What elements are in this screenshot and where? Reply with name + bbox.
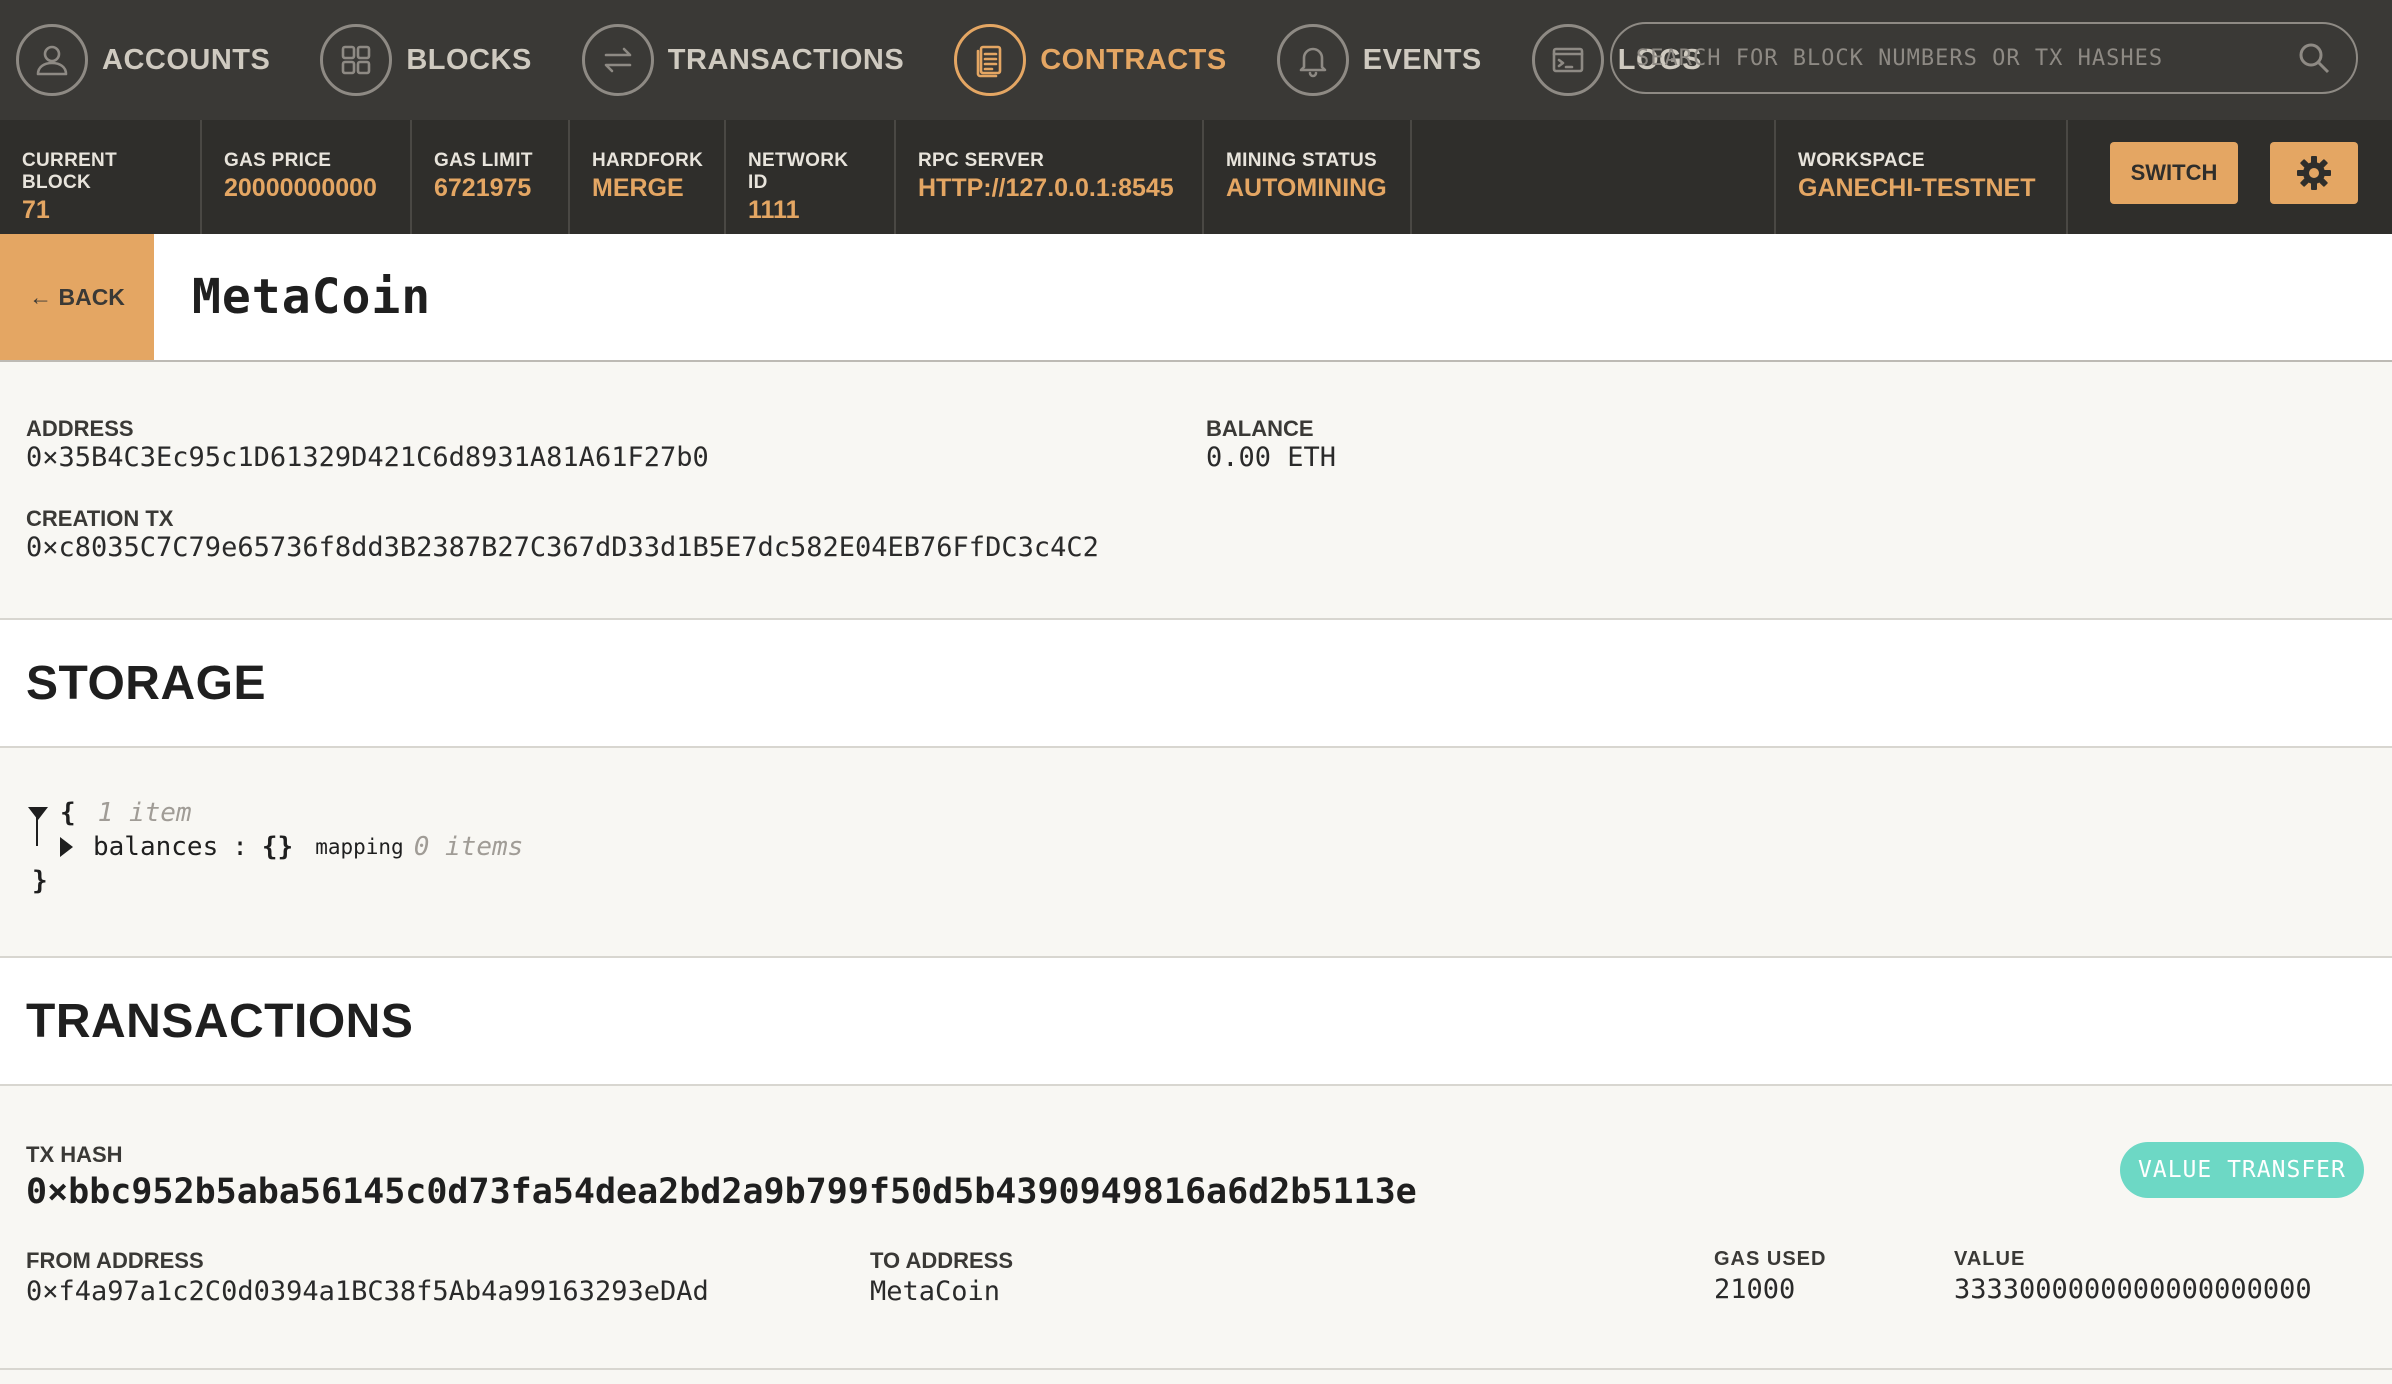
- to-address-value: MetaCoin: [870, 1276, 1001, 1307]
- close-brace: }: [32, 866, 48, 896]
- storage-header: STORAGE: [0, 620, 2392, 748]
- stat-value: AUTOMINING: [1226, 174, 1387, 202]
- item-count: 1 item: [97, 798, 192, 828]
- entry-value: {}: [261, 832, 294, 862]
- expand-triangle-icon[interactable]: [60, 837, 73, 857]
- stat-label: NETWORK ID: [748, 150, 849, 193]
- stat-mining-status: MINING STATUS AUTOMINING: [1204, 120, 1412, 234]
- gear-icon: [2297, 156, 2331, 190]
- entry-key: balances: [93, 832, 219, 862]
- value-value: 3333000000000000000000: [1954, 1274, 2312, 1305]
- stat-gas-limit: GAS LIMIT 6721975: [412, 120, 570, 234]
- from-address-value: 0×f4a97a1c2C0d0394a1BC38f5Ab4a99163293eD…: [26, 1276, 709, 1307]
- stat-label: HARDFORK: [592, 150, 704, 171]
- stat-label: GAS PRICE: [224, 150, 332, 171]
- balance-value: 0.00 ETH: [1206, 442, 1337, 473]
- transaction-row[interactable]: TX HASH 0×bbc952b5aba56145c0d73fa54dea2b…: [0, 1086, 2392, 1370]
- search-input[interactable]: [1636, 45, 2296, 71]
- terminal-icon: [1531, 24, 1604, 96]
- address-value: 0×35B4C3Ec95c1D61329D421C6d8931A81A61F27…: [26, 442, 709, 473]
- gas-used-value: 21000: [1714, 1274, 1796, 1305]
- stat-label: RPC SERVER: [918, 150, 1045, 171]
- nav-blocks[interactable]: BLOCKS: [320, 24, 531, 96]
- open-brace: {: [60, 798, 76, 828]
- to-address-label: TO ADDRESS: [870, 1248, 1014, 1273]
- title-bar: ← BACK MetaCoin: [0, 234, 2392, 362]
- search-box: [1610, 22, 2358, 94]
- search-icon[interactable]: [2296, 40, 2332, 76]
- stat-label: GAS LIMIT: [434, 150, 533, 171]
- nav-label: CONTRACTS: [1040, 43, 1227, 76]
- stat-value: 1111: [748, 196, 800, 224]
- section-title: TRANSACTIONS: [26, 994, 414, 1048]
- creation-tx-value: 0×c8035C7C79e65736f8dd3B2387B27C367dD33d…: [26, 532, 1099, 563]
- nav-transactions[interactable]: TRANSACTIONS: [581, 24, 905, 96]
- switch-button[interactable]: SWITCH: [2110, 142, 2238, 204]
- balance-label: BALANCE: [1206, 416, 1314, 441]
- back-button[interactable]: ← BACK: [0, 234, 154, 360]
- tree-root: { 1 item: [28, 798, 192, 828]
- stat-label: WORKSPACE: [1798, 150, 1925, 171]
- nav-contracts[interactable]: CONTRACTS: [954, 24, 1227, 96]
- user-icon: [16, 24, 88, 96]
- creation-tx-label: CREATION TX: [26, 506, 174, 531]
- transactions-header: TRANSACTIONS: [0, 958, 2392, 1086]
- stat-hardfork: HARDFORK MERGE: [570, 120, 726, 234]
- settings-button[interactable]: [2270, 142, 2358, 204]
- value-label: VALUE: [1954, 1248, 2026, 1270]
- tx-hash-label: TX HASH: [26, 1142, 123, 1167]
- swap-icon: [581, 24, 654, 96]
- stats-bar: CURRENT BLOCK 71 GAS PRICE 20000000000 G…: [0, 120, 2392, 234]
- nav-label: ACCOUNTS: [102, 43, 271, 76]
- storage-tree: { 1 item balances : {} mapping 0 items }: [0, 748, 2392, 958]
- stat-value: 20000000000: [224, 174, 377, 202]
- stat-current-block: CURRENT BLOCK 71: [0, 120, 202, 234]
- gas-used-label: GAS USED: [1714, 1248, 1827, 1270]
- tx-type-badge: VALUE TRANSFER: [2120, 1142, 2364, 1198]
- nav-accounts[interactable]: ACCOUNTS: [16, 24, 270, 96]
- tx-hash-value[interactable]: 0×bbc952b5aba56145c0d73fa54dea2bd2a9b799…: [26, 1172, 1417, 1212]
- tree-line: [36, 808, 38, 846]
- stat-value: GANECHI-TESTNET: [1798, 174, 2036, 202]
- stat-value: 71: [22, 196, 50, 224]
- stat-label: CURRENT BLOCK: [22, 150, 117, 193]
- stat-network-id: NETWORK ID 1111: [726, 120, 896, 234]
- address-label: ADDRESS: [26, 416, 134, 441]
- nav-label: BLOCKS: [406, 43, 532, 76]
- stat-value: 6721975: [434, 174, 532, 202]
- entry-sep: :: [232, 832, 248, 862]
- section-title: STORAGE: [26, 656, 266, 710]
- entry-type: mapping: [315, 835, 404, 859]
- nav-events[interactable]: EVENTS: [1276, 24, 1482, 96]
- stat-gas-price: GAS PRICE 20000000000: [202, 120, 412, 234]
- contract-info: ADDRESS 0×35B4C3Ec95c1D61329D421C6d8931A…: [0, 362, 2392, 620]
- grid-icon: [320, 24, 393, 96]
- top-nav: ACCOUNTS BLOCKS TRANSACTIONS CONTRACTS E…: [0, 0, 2392, 120]
- stat-label: MINING STATUS: [1226, 150, 1377, 171]
- nav-label: EVENTS: [1362, 43, 1482, 76]
- stat-workspace: WORKSPACE GANECHI-TESTNET: [1774, 120, 2068, 234]
- entry-count: 0 items: [413, 832, 524, 862]
- bell-icon: [1276, 24, 1349, 96]
- page-title: MetaCoin: [192, 269, 432, 325]
- stat-value: HTTP://127.0.0.1:8545: [918, 174, 1174, 202]
- nav-label: TRANSACTIONS: [667, 43, 905, 76]
- tree-entry-balances[interactable]: balances : {} mapping 0 items: [60, 832, 523, 862]
- collapse-triangle-icon[interactable]: [28, 806, 48, 820]
- stat-rpc-server: RPC SERVER HTTP://127.0.0.1:8545: [896, 120, 1204, 234]
- from-address-label: FROM ADDRESS: [26, 1248, 204, 1273]
- document-icon: [954, 24, 1027, 96]
- stat-value: MERGE: [592, 174, 684, 202]
